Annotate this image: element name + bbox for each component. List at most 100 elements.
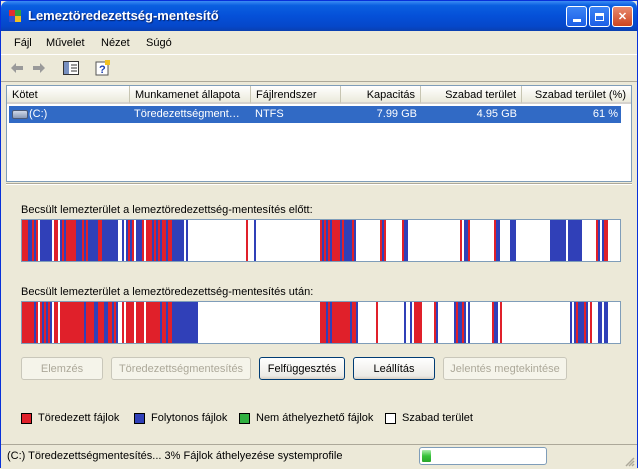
disk-map-segment [254,220,256,261]
resize-grip-icon[interactable] [623,455,635,467]
help-button[interactable]: ? [93,59,113,77]
disk-map-segment [384,220,386,261]
progress-fill [422,450,431,462]
disk-map-segment [132,302,134,343]
disk-map-segment [132,220,134,261]
disk-map-segment [580,220,582,261]
volume-free-space: 4.95 GB [476,108,517,120]
disk-map-segment [354,220,356,261]
defragmenter-app-icon [9,10,21,22]
legend-swatch-unmovable [239,412,250,424]
disk-map-segment [122,220,124,261]
volume-row[interactable]: (C:) Töredezettségment… NTFS 7.99 GB 4.9… [9,106,621,123]
legend-free-space: Szabad terület [385,412,473,424]
volume-list[interactable]: Kötet Munkamenet állapota Fájlrendszer K… [6,85,632,182]
disk-map-segment [406,220,408,261]
disk-map-segment [196,302,198,343]
legend-unmovable: Nem áthelyezhető fájlok [239,412,373,424]
menu-help[interactable]: Súgó [146,37,172,49]
disk-map-segment [598,220,600,261]
maximize-icon [595,12,604,21]
column-header-session-status[interactable]: Munkamenet állapota [130,86,251,104]
disk-map-segment [36,220,38,261]
column-header-free-space-percent[interactable]: Szabad terület (%) [522,86,631,104]
legend-contiguous: Folytonos fájlok [134,412,227,424]
menu-view[interactable]: Nézet [101,37,130,49]
window-title: Lemeztöredezettség-mentesítő [28,8,219,23]
volume-capacity: 7.99 GB [376,108,417,120]
disk-map-after [21,301,621,344]
disk-map-segment [246,220,248,261]
menu-action[interactable]: Művelet [46,37,85,49]
svg-text:?: ? [99,64,106,76]
disk-map-segment [56,220,58,261]
minimize-icon [572,19,581,22]
disk-map-segment [496,302,498,343]
disk-map-segment [142,220,144,261]
disk-map-segment [500,302,502,343]
progress-bar [419,447,547,465]
close-button[interactable]: ✕ [612,6,633,27]
disk-map-segment [356,302,358,343]
disk-map-segment [182,220,184,261]
disk-map-segment [464,302,466,343]
console-tree-icon [63,61,79,75]
disk-map-segment [436,302,438,343]
volume-name: (C:) [29,108,48,120]
back-button[interactable] [7,59,27,77]
analyze-button[interactable]: Elemzés [21,357,103,380]
arrow-left-icon [11,63,23,73]
volume-free-space-percent: 61 % [592,108,618,120]
menu-bar: Fájl Művelet Nézet Súgó [1,32,637,54]
disk-map-segment [420,302,422,343]
column-header-volume[interactable]: Kötet [7,86,130,104]
disk-map-segment [376,302,378,343]
show-hide-tree-button[interactable] [61,59,81,77]
disk-map-segment [116,302,118,343]
legend-swatch-free-space [385,412,396,424]
disk-map-segment [116,220,118,261]
legend-swatch-fragmented [21,412,32,424]
disk-map-segment [50,302,52,343]
disk-map-segment [36,302,38,343]
disk-map-segment [410,302,412,343]
title-bar[interactable]: Lemeztöredezettség-mentesítő ✕ [1,1,637,31]
disk-map-segment [142,302,144,343]
status-bar: (C:) Töredezettségmentesítés... 3% Fájlo… [1,444,637,469]
disk-map-segment [514,220,516,261]
maximize-button[interactable] [589,6,610,27]
disk-map-segment [606,302,608,343]
volume-filesystem: NTFS [255,108,284,120]
view-report-button[interactable]: Jelentés megtekintése [443,357,567,380]
arrow-right-icon [33,63,45,73]
disk-map-before [21,219,621,262]
defragment-button[interactable]: Töredezettségmentesítés [111,357,251,380]
legend-label-unmovable: Nem áthelyezhető fájlok [256,412,374,424]
menu-file[interactable]: Fájl [14,37,32,49]
disk-map-segment [600,302,602,343]
disk-map-segment [468,302,470,343]
pause-button[interactable]: Felfüggesztés [259,357,345,380]
splitter[interactable] [6,183,632,185]
stop-button[interactable]: Leállítás [353,357,435,380]
column-header-free-space[interactable]: Szabad terület [421,86,522,104]
legend-label-free-space: Szabad terület [402,412,473,424]
disk-map-segment [606,220,608,261]
hard-drive-icon [12,110,28,119]
forward-button[interactable] [29,59,49,77]
legend-label-fragmented: Töredezett fájlok [38,412,120,424]
disk-map-segment [564,220,566,261]
help-icon: ? [95,60,110,76]
minimize-button[interactable] [566,6,587,27]
disk-map-segment [460,220,462,261]
legend-label-contiguous: Folytonos fájlok [151,412,228,424]
disk-map-segment [50,220,52,261]
close-icon: ✕ [617,11,628,23]
disk-map-segment [56,302,58,343]
defragmenter-window: Lemeztöredezettség-mentesítő ✕ Fájl Műve… [0,0,638,469]
column-header-filesystem[interactable]: Fájlrendszer [251,86,341,104]
disk-map-segment [122,302,124,343]
column-header-capacity[interactable]: Kapacitás [341,86,421,104]
disk-map-segment [570,302,572,343]
toolbar: ? [1,54,637,82]
